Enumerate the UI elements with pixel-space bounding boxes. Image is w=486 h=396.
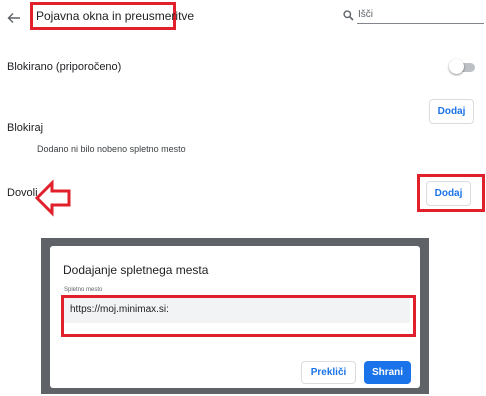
site-field-label: Spletno mesto — [64, 287, 103, 293]
allow-section-label: Dovoli — [7, 187, 38, 199]
search-icon[interactable] — [343, 10, 354, 21]
site-input-highlight-box — [61, 295, 416, 337]
blocked-toggle-knob[interactable] — [449, 59, 464, 74]
add-block-button[interactable]: Dodaj — [429, 99, 474, 124]
cancel-button[interactable]: Prekliči — [301, 361, 356, 384]
block-section-label: Blokiraj — [7, 122, 44, 134]
add-allow-button[interactable]: Dodaj — [426, 181, 471, 206]
block-empty-text: Dodano ni bilo nobeno spletno mesto — [37, 144, 186, 154]
save-button[interactable]: Shrani — [364, 361, 411, 384]
page-title: Pojavna okna in preusmeritve — [36, 9, 195, 23]
blocked-default-label: Blokirano (priporočeno) — [7, 61, 122, 73]
search-input[interactable]: Išči — [358, 9, 373, 20]
search-underline — [357, 23, 484, 24]
dialog-title: Dodajanje spletnega mesta — [63, 263, 209, 277]
red-arrow-icon — [34, 179, 71, 217]
back-arrow-icon[interactable] — [7, 11, 21, 25]
